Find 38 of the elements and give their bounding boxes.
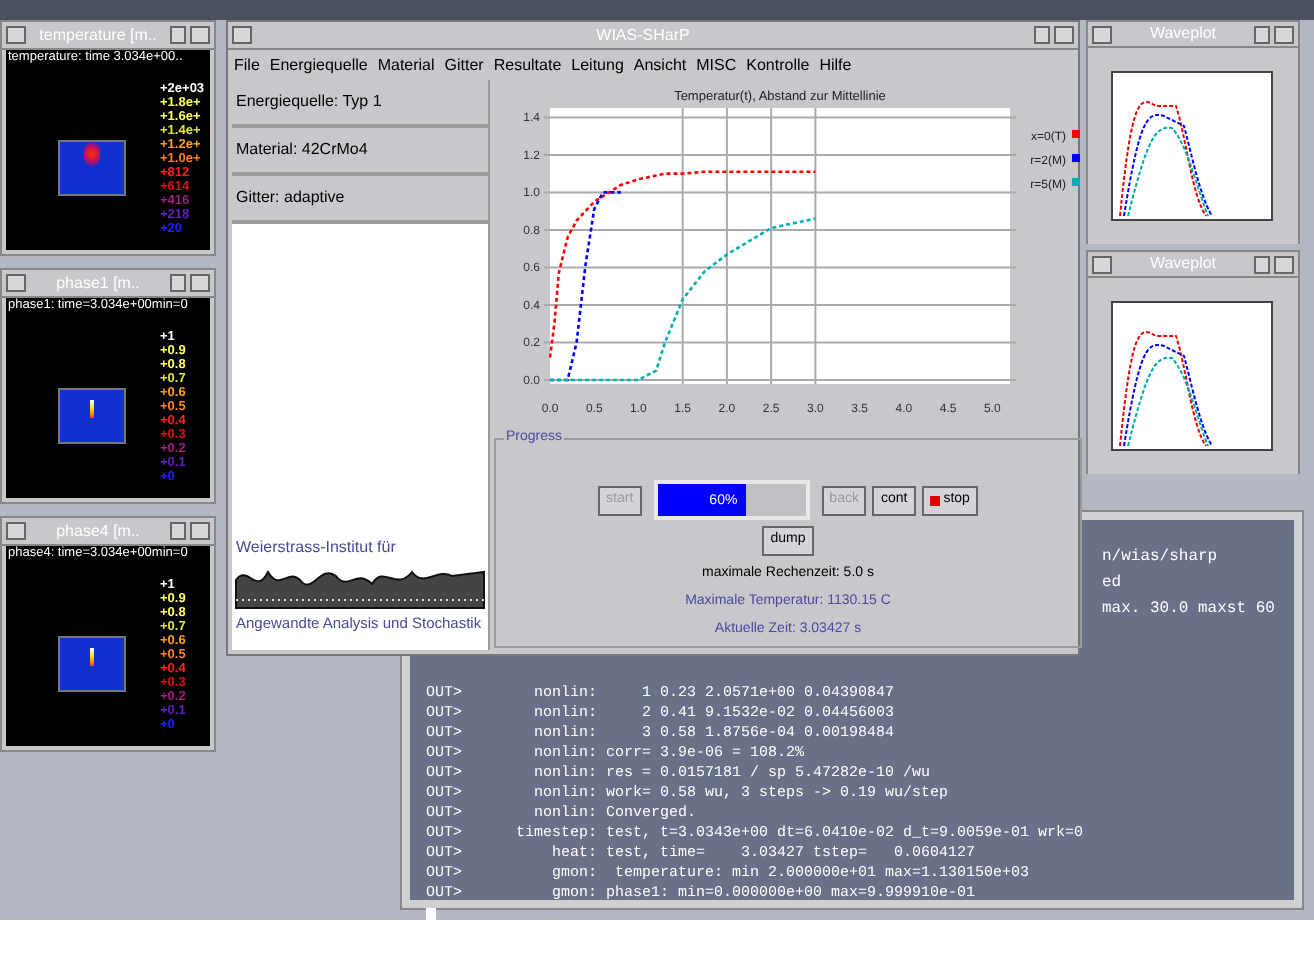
minimize-button[interactable]	[170, 274, 186, 292]
minimize-button[interactable]	[1254, 255, 1270, 273]
terminal-line: ed	[1102, 574, 1122, 592]
window-menu-button[interactable]	[232, 26, 252, 44]
info-label: Material: 42CrMo4	[232, 128, 488, 176]
menu-item[interactable]: Gitter	[444, 53, 484, 77]
window-menu-button[interactable]	[1092, 255, 1112, 273]
minimize-button[interactable]	[1254, 25, 1270, 43]
maximize-button[interactable]	[1274, 25, 1294, 43]
terminal-line: n/wias/sharp	[1102, 548, 1218, 566]
menu-item[interactable]: Resultate	[493, 53, 562, 77]
maximize-button[interactable]	[1054, 26, 1074, 44]
minimize-button[interactable]	[1034, 26, 1050, 44]
stop-icon	[929, 495, 940, 505]
window-menu-button[interactable]	[6, 274, 26, 292]
window-menu-button[interactable]	[1092, 25, 1112, 43]
text-cursor	[426, 908, 436, 926]
minimize-button[interactable]	[170, 522, 186, 540]
menu-item[interactable]: Material	[377, 53, 435, 77]
info-label: Energiequelle: Typ 1	[232, 80, 488, 128]
institute-name: Weierstrass-Institut für	[234, 535, 398, 560]
maximize-button[interactable]	[1274, 255, 1294, 273]
menu-item[interactable]: Energiequelle	[269, 53, 368, 77]
menu-item[interactable]: MISC	[696, 53, 737, 77]
menu-item[interactable]: Leitung	[571, 53, 624, 77]
terminal-line: max. 30.0 maxst 60	[1102, 600, 1275, 618]
menu-item[interactable]: File	[234, 53, 260, 77]
menu-item[interactable]: Ansicht	[633, 53, 687, 77]
info-label: Gitter: adaptive	[232, 176, 488, 224]
maximize-button[interactable]	[190, 274, 210, 292]
menu-item[interactable]: Hilfe	[819, 53, 852, 77]
maximize-button[interactable]	[190, 522, 210, 540]
maximize-button[interactable]	[190, 26, 210, 44]
window-menu-button[interactable]	[6, 522, 26, 540]
minimize-button[interactable]	[170, 26, 186, 44]
hot-spot	[84, 142, 100, 166]
menu-item[interactable]: Kontrolle	[746, 53, 810, 77]
window-menu-button[interactable]	[6, 26, 26, 44]
